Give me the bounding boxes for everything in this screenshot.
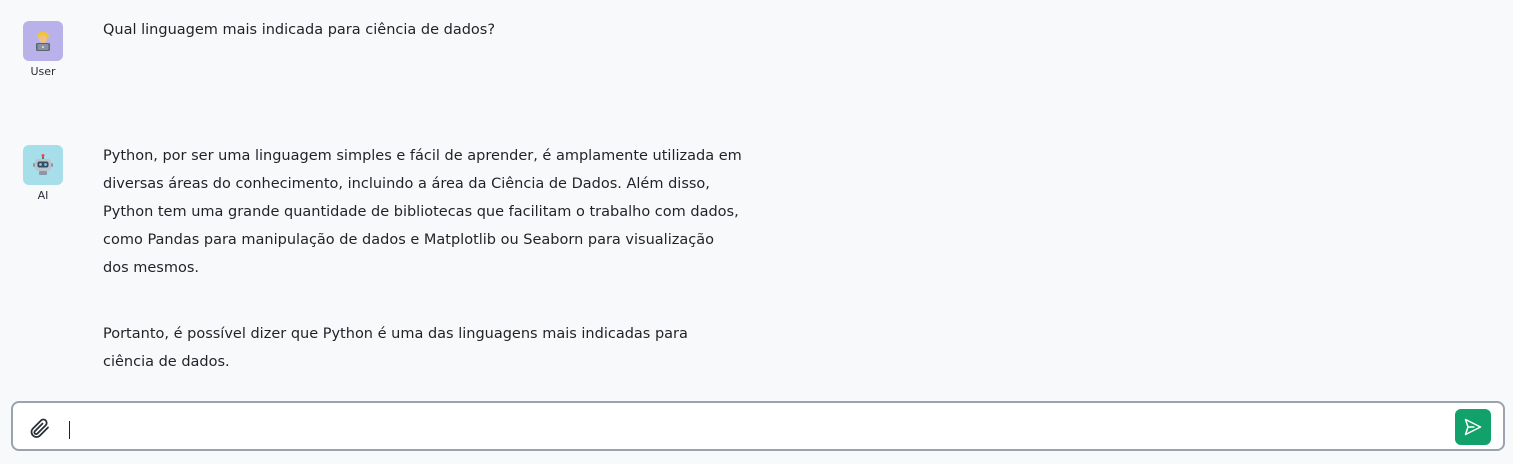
ai-message-text-container: Python, por ser uma linguagem simples e …	[103, 142, 743, 376]
paperclip-icon	[30, 418, 49, 438]
ai-message-paragraph: Python, por ser uma linguagem simples e …	[103, 148, 742, 276]
user-message-text: Qual linguagem mais indicada para ciênci…	[103, 22, 496, 38]
message-composer	[11, 401, 1505, 451]
chat-input[interactable]	[69, 412, 1439, 442]
user-author-label: User	[30, 65, 56, 78]
robot-icon	[33, 154, 53, 175]
chat-page: User Qual linguagem mais indicada para c…	[0, 0, 1513, 464]
user-message-text-container: Qual linguagem mais indicada para ciênci…	[103, 16, 743, 44]
text-caret	[69, 421, 70, 439]
user-avatar	[23, 21, 63, 61]
ai-avatar	[23, 145, 63, 185]
user-avatar-column: User	[23, 21, 63, 79]
person-at-laptop-icon	[36, 32, 50, 51]
ai-avatar-column: AI	[23, 145, 63, 203]
ai-author-label: AI	[37, 189, 49, 202]
send-icon	[1464, 418, 1482, 436]
send-button[interactable]	[1455, 409, 1491, 445]
attach-button[interactable]	[25, 414, 53, 442]
ai-message-paragraph: Portanto, é possível dizer que Python é …	[103, 326, 688, 370]
